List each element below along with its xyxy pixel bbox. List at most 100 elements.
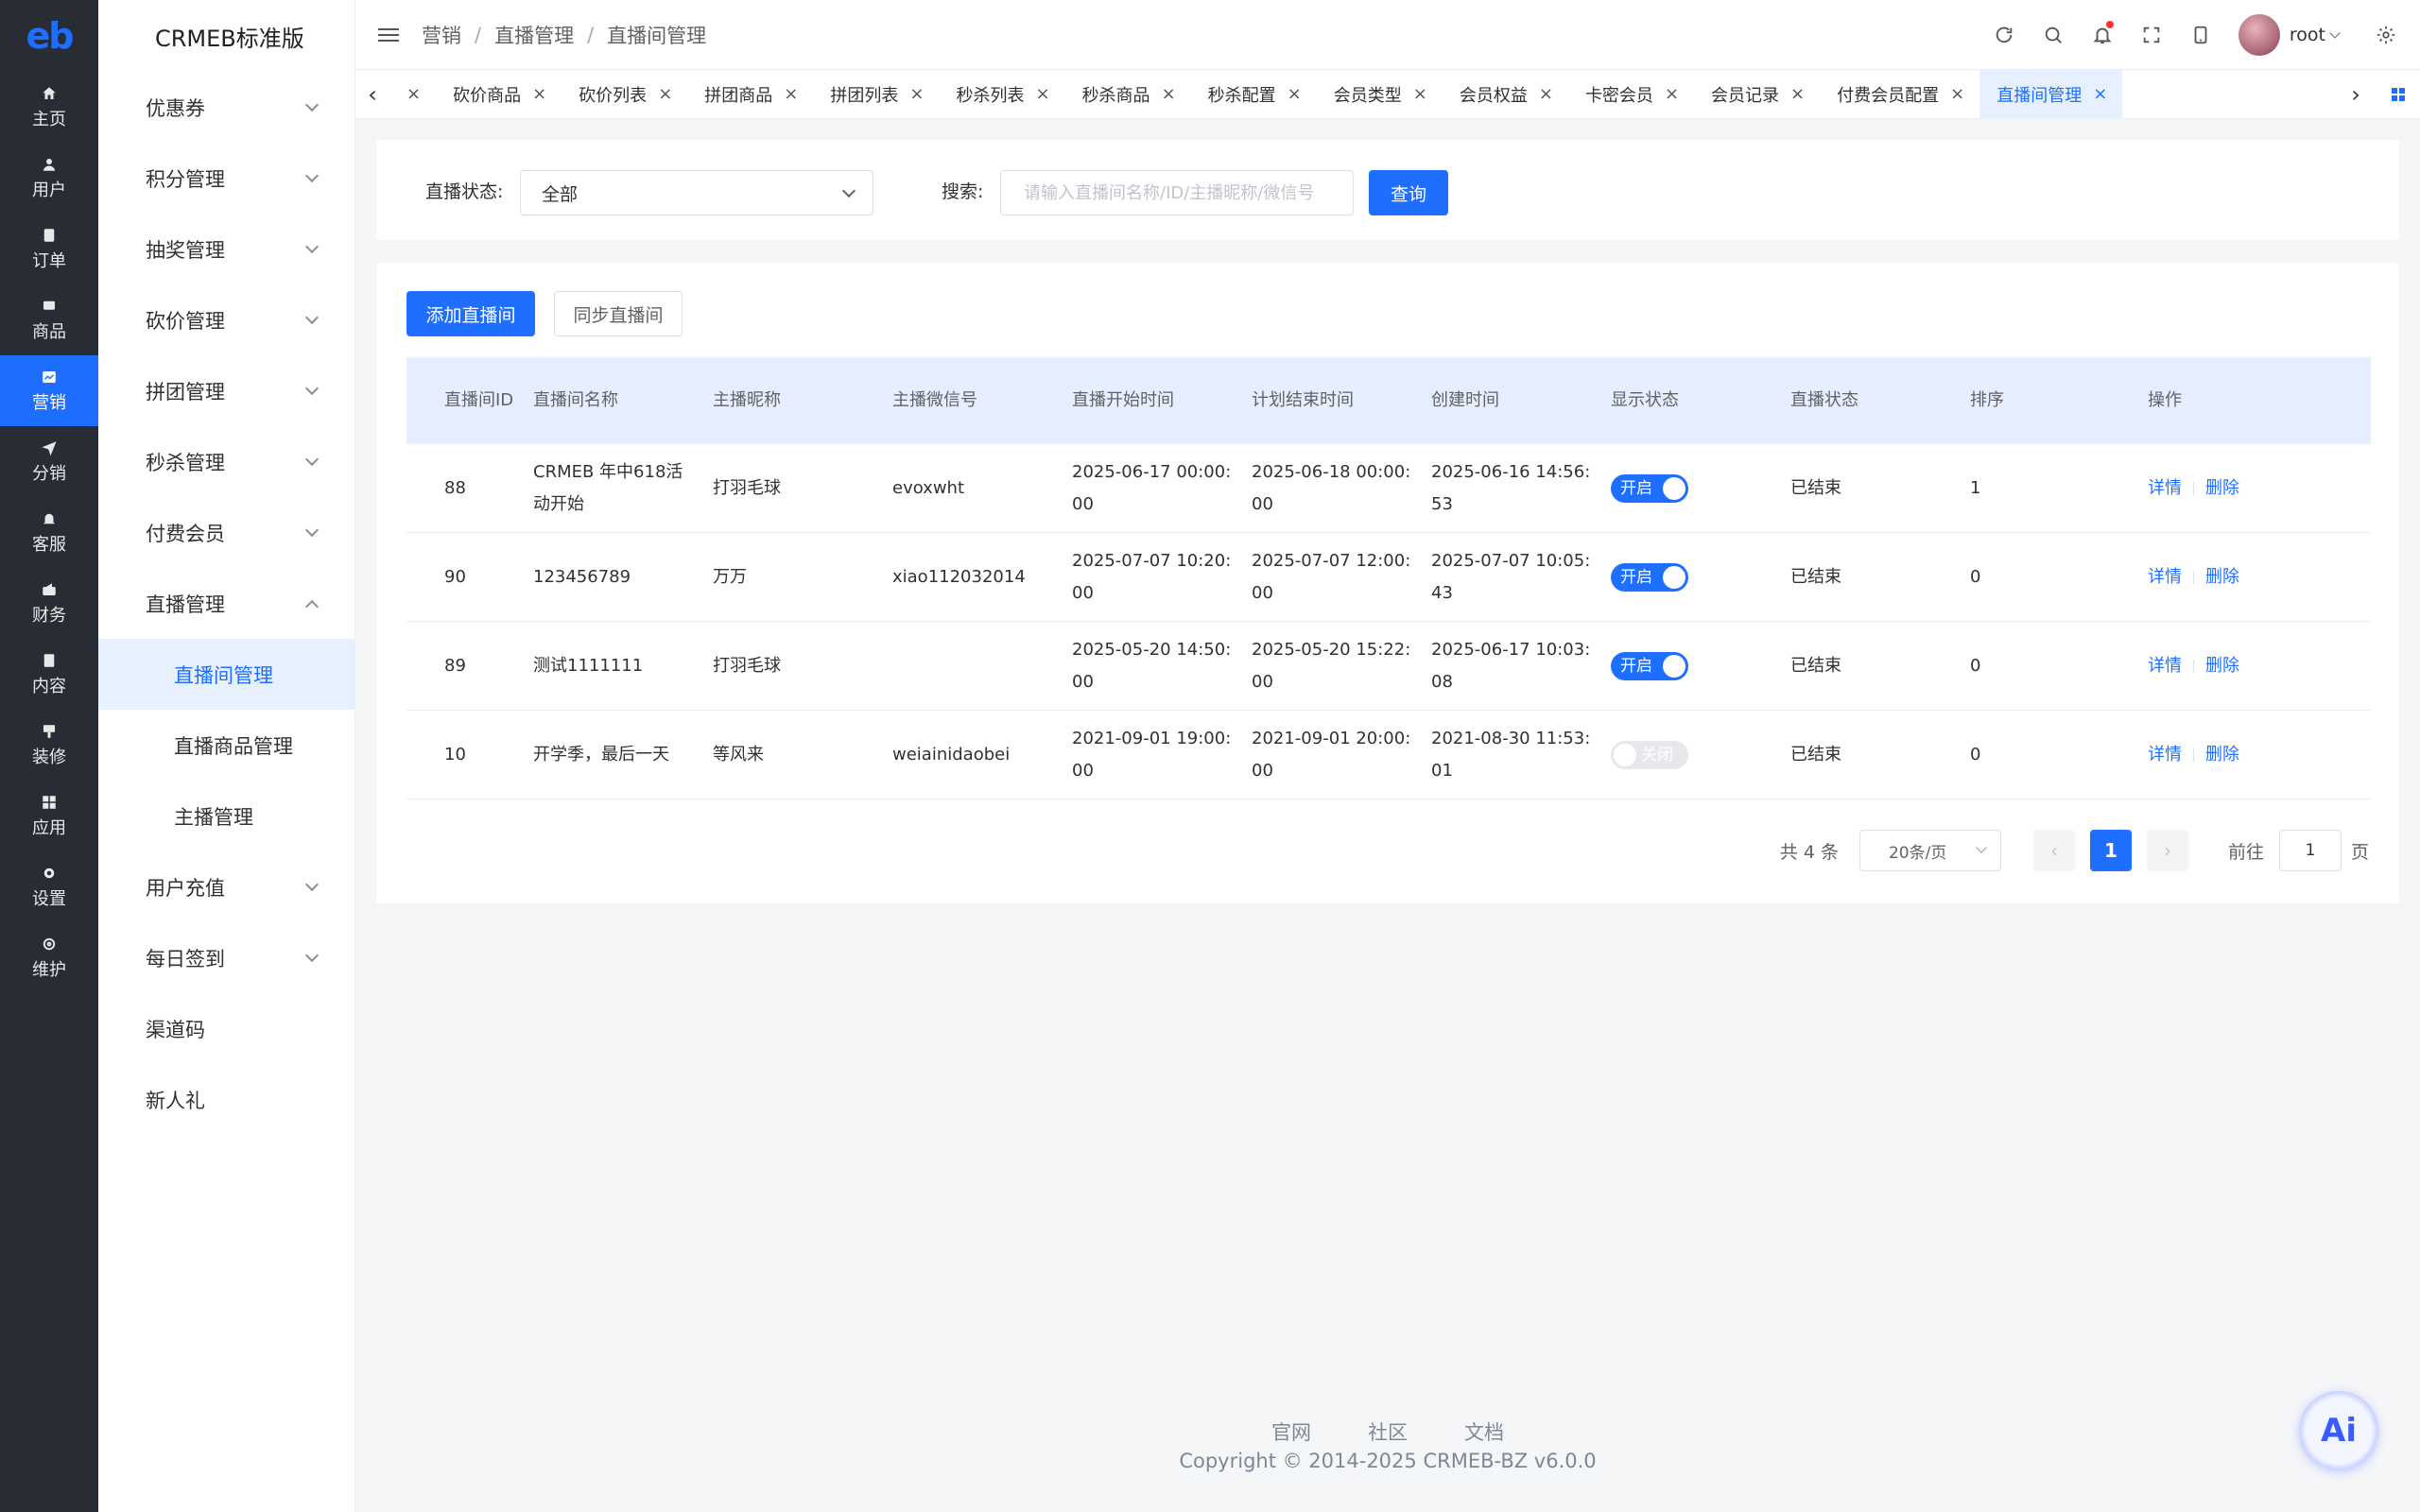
search-icon[interactable] bbox=[2029, 25, 2078, 45]
status-select[interactable]: 全部 bbox=[520, 170, 873, 215]
tab-item[interactable]: 砍价商品 × bbox=[436, 70, 562, 119]
show-status-toggle[interactable]: 开启 bbox=[1611, 651, 1688, 680]
show-status-toggle[interactable]: 关闭 bbox=[1611, 740, 1688, 769]
detail-link[interactable]: 详情 bbox=[2148, 561, 2182, 593]
rail-item-home[interactable]: 主页 bbox=[0, 72, 98, 143]
footer-link-official[interactable]: 官网 bbox=[1271, 1418, 1311, 1446]
tabs-menu-grid-icon[interactable] bbox=[2392, 88, 2405, 101]
close-icon[interactable]: × bbox=[909, 84, 924, 104]
tab-item[interactable]: 砍价列表 × bbox=[562, 70, 687, 119]
close-icon[interactable]: × bbox=[1035, 84, 1049, 104]
breadcrumb-item[interactable]: 营销 bbox=[422, 21, 461, 49]
search-input[interactable] bbox=[1000, 170, 1354, 215]
prev-page-button[interactable]: ‹ bbox=[2032, 830, 2075, 871]
show-status-toggle[interactable]: 开启 bbox=[1611, 562, 1688, 592]
submenu-item[interactable]: 优惠券 bbox=[98, 72, 354, 143]
mobile-preview-icon[interactable] bbox=[2176, 25, 2225, 45]
delete-link[interactable]: 删除 bbox=[2205, 650, 2239, 682]
rail-item-marketing[interactable]: 营销 bbox=[0, 355, 98, 426]
tab-item[interactable]: 拼团商品 × bbox=[687, 70, 813, 119]
query-button[interactable]: 查询 bbox=[1369, 170, 1448, 215]
close-icon[interactable]: × bbox=[1413, 84, 1427, 104]
table-row: 10 开学季，最后一天 等风来 weiainidaobei 2021-09-01 19:… bbox=[406, 711, 2371, 799]
submenu-child-item[interactable]: 直播间管理 bbox=[98, 639, 354, 710]
tab-item[interactable]: 拼团列表 × bbox=[813, 70, 939, 119]
ai-assistant-button[interactable]: Ai bbox=[2299, 1391, 2378, 1470]
tab-item[interactable]: 秒杀列表 × bbox=[939, 70, 1064, 119]
tab-item[interactable]: 会员权益 × bbox=[1443, 70, 1568, 119]
rail-item-gear[interactable]: 设置 bbox=[0, 851, 98, 922]
add-live-room-button[interactable]: 添加直播间 bbox=[406, 291, 535, 336]
close-icon[interactable]: × bbox=[1790, 84, 1805, 104]
close-icon[interactable]: × bbox=[658, 84, 672, 104]
avatar[interactable] bbox=[2238, 14, 2280, 56]
gear-icon[interactable] bbox=[2361, 25, 2411, 45]
tabs-scroll-left-icon[interactable]: ‹ bbox=[355, 81, 389, 108]
submenu-item[interactable]: 新人礼 bbox=[98, 1064, 354, 1135]
tab-item[interactable]: 秒杀配置 × bbox=[1191, 70, 1317, 119]
tabs-scroll-right-icon[interactable]: › bbox=[2339, 81, 2373, 108]
rail-item-order[interactable]: 订单 bbox=[0, 214, 98, 284]
tab-close-only[interactable]: × bbox=[389, 70, 436, 119]
page-number-current[interactable]: 1 bbox=[2089, 830, 2132, 871]
submenu-item[interactable]: 积分管理 bbox=[98, 143, 354, 214]
notification-bell-icon[interactable] bbox=[2078, 21, 2127, 45]
close-icon[interactable]: × bbox=[1950, 84, 1964, 104]
detail-link[interactable]: 详情 bbox=[2148, 739, 2182, 771]
delete-link[interactable]: 删除 bbox=[2205, 739, 2239, 771]
rail-item-send[interactable]: 分销 bbox=[0, 426, 98, 497]
next-page-button[interactable]: › bbox=[2146, 830, 2188, 871]
refresh-icon[interactable] bbox=[1979, 25, 2029, 45]
breadcrumb-item[interactable]: 直播管理 bbox=[494, 21, 574, 49]
chevron-down-icon[interactable] bbox=[2329, 27, 2341, 39]
submenu-item[interactable]: 拼团管理 bbox=[98, 355, 354, 426]
submenu-child-item[interactable]: 直播商品管理 bbox=[98, 710, 354, 781]
menu-toggle-icon[interactable] bbox=[378, 25, 399, 45]
close-icon[interactable]: × bbox=[406, 84, 421, 104]
tab-item[interactable]: 会员类型 × bbox=[1317, 70, 1443, 119]
submenu-item[interactable]: 直播管理 bbox=[98, 568, 354, 639]
rail-item-decorate[interactable]: 装修 bbox=[0, 710, 98, 781]
rail-item-content[interactable]: 内容 bbox=[0, 639, 98, 710]
submenu-item[interactable]: 秒杀管理 bbox=[98, 426, 354, 497]
detail-link[interactable]: 详情 bbox=[2148, 472, 2182, 505]
tab-item[interactable]: 卡密会员 × bbox=[1568, 70, 1694, 119]
detail-link[interactable]: 详情 bbox=[2148, 650, 2182, 682]
delete-link[interactable]: 删除 bbox=[2205, 472, 2239, 505]
delete-link[interactable]: 删除 bbox=[2205, 561, 2239, 593]
cell-id: 88 bbox=[444, 477, 466, 498]
user-name[interactable]: root bbox=[2290, 25, 2325, 45]
submenu-item[interactable]: 付费会员 bbox=[98, 497, 354, 568]
close-icon[interactable]: × bbox=[1665, 84, 1679, 104]
submenu-child-item[interactable]: 主播管理 bbox=[98, 781, 354, 851]
close-icon[interactable]: × bbox=[1162, 84, 1176, 104]
footer-link-community[interactable]: 社区 bbox=[1368, 1418, 1408, 1446]
rail-item-bell[interactable]: 客服 bbox=[0, 497, 98, 568]
submenu-item[interactable]: 砍价管理 bbox=[98, 284, 354, 355]
sync-live-room-button[interactable]: 同步直播间 bbox=[554, 291, 683, 336]
rail-item-apps[interactable]: 应用 bbox=[0, 781, 98, 851]
tab-item[interactable]: 秒杀商品 × bbox=[1065, 70, 1191, 119]
rail-item-product[interactable]: 商品 bbox=[0, 284, 98, 355]
tab-item[interactable]: 会员记录 × bbox=[1694, 70, 1820, 119]
close-icon[interactable]: × bbox=[1539, 84, 1553, 104]
close-icon[interactable]: × bbox=[2093, 84, 2107, 104]
close-icon[interactable]: × bbox=[784, 84, 798, 104]
fullscreen-icon[interactable] bbox=[2127, 25, 2176, 45]
rail-item-maintain[interactable]: 维护 bbox=[0, 922, 98, 993]
show-status-toggle[interactable]: 开启 bbox=[1611, 473, 1688, 503]
close-icon[interactable]: × bbox=[532, 84, 546, 104]
footer-link-docs[interactable]: 文档 bbox=[1464, 1418, 1504, 1446]
rail-item-user[interactable]: 用户 bbox=[0, 143, 98, 214]
tab-item[interactable]: 付费会员配置 × bbox=[1820, 70, 1979, 119]
app-logo[interactable]: eb bbox=[0, 0, 98, 72]
submenu-item[interactable]: 用户充值 bbox=[98, 851, 354, 922]
submenu-item[interactable]: 渠道码 bbox=[98, 993, 354, 1064]
close-icon[interactable]: × bbox=[1288, 84, 1302, 104]
page-size-select[interactable]: 20条/页 bbox=[1858, 830, 2001, 871]
goto-page-input[interactable]: 1 bbox=[2278, 830, 2342, 871]
submenu-item[interactable]: 抽奖管理 bbox=[98, 214, 354, 284]
rail-item-finance[interactable]: 财务 bbox=[0, 568, 98, 639]
submenu-item[interactable]: 每日签到 bbox=[98, 922, 354, 993]
tab-item[interactable]: 直播间管理 × bbox=[1979, 69, 2123, 119]
